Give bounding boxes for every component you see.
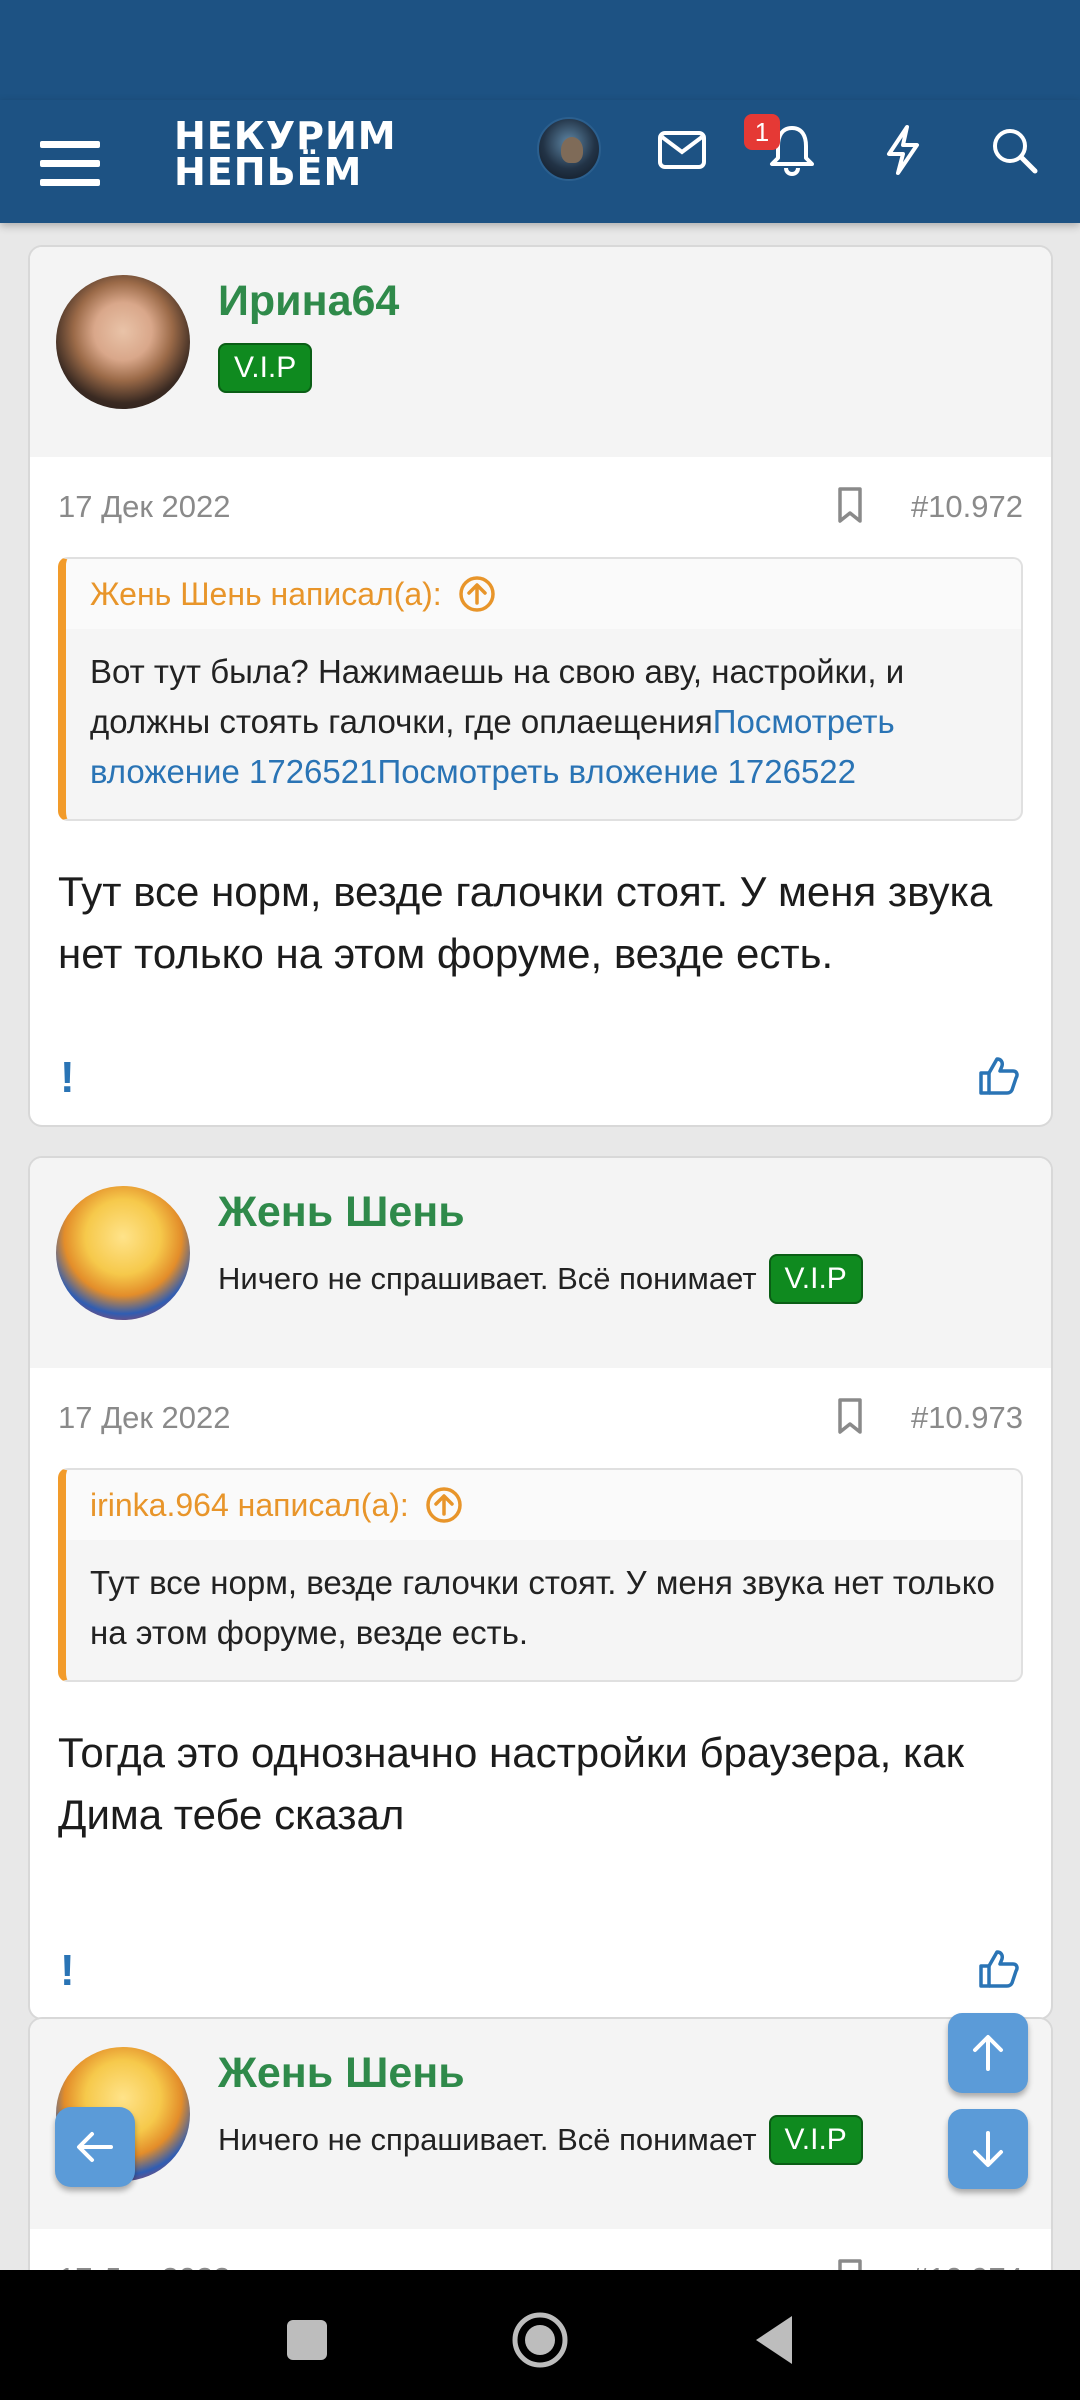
attachment-link[interactable]: Посмотреть вложение 1726522 xyxy=(377,753,856,790)
post-number[interactable]: #10.973 xyxy=(911,1400,1023,1436)
post-date[interactable]: 17 Дек 2022 xyxy=(58,489,230,525)
quote-text: Тут все норм, везде галочки стоят. У мен… xyxy=(90,1564,995,1651)
notification-badge: 1 xyxy=(744,114,780,150)
username[interactable]: Жень Шень xyxy=(218,2049,465,2098)
quote-author: Жень Шень написал(а): xyxy=(90,575,442,612)
arrow-up-circle-icon[interactable] xyxy=(425,1486,463,1524)
scroll-down-button[interactable] xyxy=(948,2109,1028,2189)
vip-badge: V.I.P xyxy=(218,343,313,393)
home-icon[interactable] xyxy=(510,2310,570,2370)
post-number[interactable]: #10.972 xyxy=(911,489,1023,525)
scroll-up-button[interactable] xyxy=(948,2013,1028,2093)
recents-icon[interactable] xyxy=(277,2310,337,2370)
post-date[interactable]: 17 Дек 2022 xyxy=(58,1400,230,1436)
post-header: Жень Шень Ничего не спрашивает. Всё пони… xyxy=(30,2019,1051,2229)
report-icon[interactable]: ! xyxy=(60,1053,75,1103)
vip-badge: V.I.P xyxy=(768,1254,863,1304)
lightning-icon[interactable] xyxy=(873,120,933,180)
bookmark-icon[interactable] xyxy=(830,2257,870,2270)
quote-header[interactable]: Жень Шень написал(а): xyxy=(66,559,1021,629)
site-logo[interactable]: НЕКУРИМ НЕПЬЁМ xyxy=(174,117,397,194)
post-header: Жень Шень Ничего не спрашивает. Всё пони… xyxy=(30,1158,1051,1368)
arrow-up-icon xyxy=(973,2035,1003,2071)
menu-icon[interactable] xyxy=(40,128,110,198)
user-title: Ничего не спрашивает. Всё понимает xyxy=(218,2122,757,2157)
post: Ирина64 V.I.P 17 Дек 2022 #10.972 Жень Ш… xyxy=(28,245,1053,1127)
arrow-left-icon xyxy=(77,2132,113,2162)
bookmark-icon[interactable] xyxy=(830,1396,870,1436)
quote-body: Вот тут была? Нажимаешь на свою аву, нас… xyxy=(66,629,1021,819)
post-info: 17 Дек 2022 #10.973 xyxy=(30,1368,1051,1468)
arrow-up-circle-icon[interactable] xyxy=(458,575,496,613)
mail-icon[interactable] xyxy=(652,120,712,180)
quote-body: Тут все норм, везде галочки стоят. У мен… xyxy=(66,1540,1021,1680)
post-actions: ! xyxy=(30,1928,1051,2018)
back-nav-icon[interactable] xyxy=(744,2310,804,2370)
post: Жень Шень Ничего не спрашивает. Всё пони… xyxy=(28,1156,1053,2020)
post-number[interactable]: #10.974 xyxy=(911,2261,1023,2270)
quote-block: Жень Шень написал(а): Вот тут была? Нажи… xyxy=(58,557,1023,821)
thread-content: Ирина64 V.I.P 17 Дек 2022 #10.972 Жень Ш… xyxy=(0,223,1080,2270)
vip-badge: V.I.P xyxy=(768,2115,863,2165)
post-info: 17 Дек 2022 #10.972 xyxy=(30,457,1051,557)
quote-block: irinka.964 написал(а): Тут все норм, вез… xyxy=(58,1468,1023,1682)
user-avatar[interactable] xyxy=(537,117,601,181)
user-meta: V.I.P xyxy=(218,343,313,393)
like-icon[interactable] xyxy=(977,1946,1021,1990)
user-meta: Ничего не спрашивает. Всё понимает V.I.P xyxy=(218,2115,863,2165)
username[interactable]: Жень Шень xyxy=(218,1188,465,1237)
username[interactable]: Ирина64 xyxy=(218,277,399,326)
post-actions: ! xyxy=(30,1035,1051,1125)
logo-line-2: НЕПЬЁМ xyxy=(174,150,363,194)
status-bar xyxy=(0,0,1080,100)
avatar[interactable] xyxy=(56,275,190,409)
system-nav-bar xyxy=(0,2270,1080,2400)
arrow-down-icon xyxy=(973,2131,1003,2167)
post-body: Тогда это однозначно настройки браузера,… xyxy=(58,1729,965,1838)
avatar[interactable] xyxy=(56,1186,190,1320)
post-info: 17 Дек 2022 #10.974 xyxy=(30,2229,1051,2270)
report-icon[interactable]: ! xyxy=(60,1946,75,1996)
search-icon[interactable] xyxy=(984,120,1044,180)
like-icon[interactable] xyxy=(977,1053,1021,1097)
quote-author: irinka.964 написал(а): xyxy=(90,1486,409,1523)
bookmark-icon[interactable] xyxy=(830,485,870,525)
post-body: Тут все норм, везде галочки стоят. У мен… xyxy=(58,868,993,977)
post: Жень Шень Ничего не спрашивает. Всё пони… xyxy=(28,2017,1053,2270)
app-header: НЕКУРИМ НЕПЬЁМ 1 xyxy=(0,100,1080,223)
user-title: Ничего не спрашивает. Всё понимает xyxy=(218,1261,757,1296)
quote-header[interactable]: irinka.964 написал(а): xyxy=(66,1470,1021,1540)
back-button[interactable] xyxy=(55,2107,135,2187)
post-header: Ирина64 V.I.P xyxy=(30,247,1051,457)
user-meta: Ничего не спрашивает. Всё понимает V.I.P xyxy=(218,1254,863,1304)
post-date[interactable]: 17 Дек 2022 xyxy=(58,2261,230,2270)
